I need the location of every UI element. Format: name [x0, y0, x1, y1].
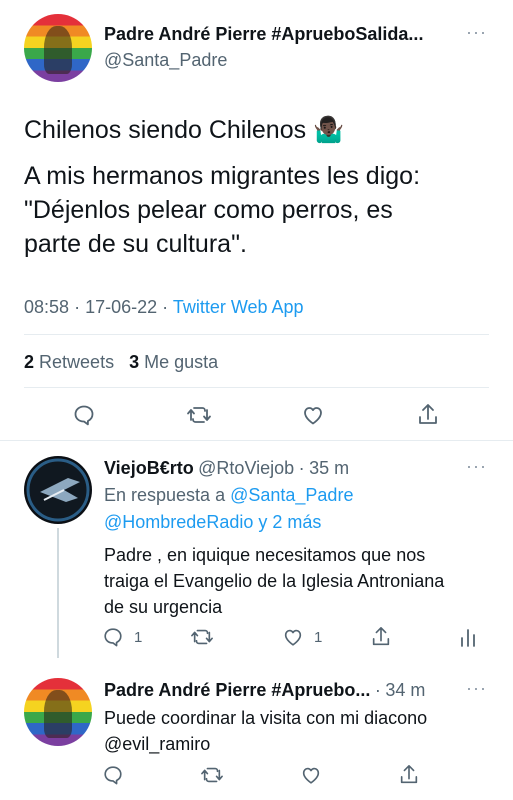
separator-dot: · [162, 297, 173, 317]
mention-link[interactable]: @evil_ramiro [104, 731, 210, 757]
like-count: 1 [314, 628, 323, 646]
tweet-stats: 2 Retweets 3 Me gusta [24, 352, 218, 373]
reply2-header: Padre André Pierre #Apruebo... · 34 m [104, 680, 425, 701]
more-icon[interactable]: ··· [466, 22, 487, 43]
reply-icon[interactable] [72, 403, 96, 432]
retweets-label: Retweets [39, 352, 115, 372]
replying-label: En respuesta a [104, 485, 226, 505]
tweet-text-line-4: parte de su cultura". [24, 230, 247, 258]
divider [24, 387, 489, 388]
reply1-text-line-1: Padre , en iquique necesitamos que nos [104, 545, 426, 565]
tweet-source-link[interactable]: Twitter Web App [173, 297, 304, 317]
divider [24, 334, 489, 335]
tweet-text-line-3: "Déjenlos pelear como perros, es [24, 196, 393, 224]
reply1-time[interactable]: 35 m [309, 458, 349, 478]
reply1-text-line-2: traiga el Evangelio de la Iglesia Antron… [104, 571, 445, 591]
reply1-author-avatar[interactable] [24, 456, 92, 524]
share-icon[interactable] [370, 625, 392, 654]
retweets-count: 2 [24, 352, 35, 372]
reply1-author-name[interactable]: ViejoB€rto [104, 458, 194, 478]
reply2-author-avatar[interactable] [24, 678, 92, 746]
like-icon[interactable] [300, 764, 322, 791]
more-icon[interactable]: ··· [466, 678, 487, 699]
retweet-icon[interactable] [186, 403, 212, 432]
share-icon[interactable] [416, 402, 440, 433]
more-icon[interactable]: ··· [466, 456, 487, 477]
reply-icon[interactable] [102, 626, 124, 648]
retweets-stat[interactable]: 2 Retweets [24, 352, 114, 372]
reply2-text-line-1: Puede coordinar la visita con mi diacono [104, 708, 428, 728]
separator-dot: · [74, 297, 86, 317]
reply-count: 1 [134, 628, 143, 646]
divider [0, 440, 513, 441]
reply-icon[interactable] [102, 764, 124, 791]
replying-to: En respuesta a @Santa_Padre [104, 482, 353, 508]
reply1-text-line-3: de su urgencia [104, 597, 223, 617]
tweet-timestamp[interactable]: 08:58 · 17-06-22 · Twitter Web App [24, 297, 304, 318]
main-author-avatar[interactable] [24, 14, 92, 82]
retweet-icon[interactable] [190, 626, 214, 653]
main-author-name[interactable]: Padre André Pierre #ApruebоSalida... [104, 24, 423, 45]
share-icon[interactable] [398, 763, 420, 792]
reply1-header: ViejoB€rto @RtoViejob · 35 m [104, 458, 349, 479]
separator-dot: · [298, 458, 305, 478]
likes-stat[interactable]: 3 Me gusta [129, 352, 218, 372]
like-icon[interactable] [301, 403, 325, 432]
reply1-reply-action[interactable]: 1 [102, 626, 142, 648]
thread-line [57, 528, 59, 658]
tweet-time[interactable]: 08:58 [24, 297, 69, 317]
separator-dot: · [374, 680, 381, 700]
main-author-handle[interactable]: @Santa_Padre [104, 50, 227, 71]
reply1-author-handle[interactable]: @RtoViejob [198, 458, 294, 478]
tweet-text-line-1: Chilenos siendo Chilenos 🤷🏿‍♂️ [24, 116, 345, 144]
tweet-date[interactable]: 17-06-22 [85, 297, 157, 317]
more-recipients-link[interactable]: y 2 más [258, 512, 321, 532]
likes-label: Me gusta [144, 352, 219, 372]
tweet-text-line-2: A mis hermanos migrantes les digo: [24, 162, 421, 190]
reply2-author-name[interactable]: Padre André Pierre #Apruebo... [104, 680, 370, 700]
like-icon[interactable] [282, 626, 304, 648]
mention-link[interactable]: @Santa_Padre [230, 485, 353, 505]
reply1-like-action[interactable]: 1 [282, 626, 322, 648]
replying-to-more: @HombredeRadio y 2 más [104, 509, 321, 535]
retweet-icon[interactable] [200, 764, 224, 791]
mention-link[interactable]: @HombredeRadio [104, 512, 253, 532]
reply2-time[interactable]: 34 m [385, 680, 425, 700]
analytics-icon[interactable] [458, 626, 478, 653]
likes-count: 3 [129, 352, 140, 372]
